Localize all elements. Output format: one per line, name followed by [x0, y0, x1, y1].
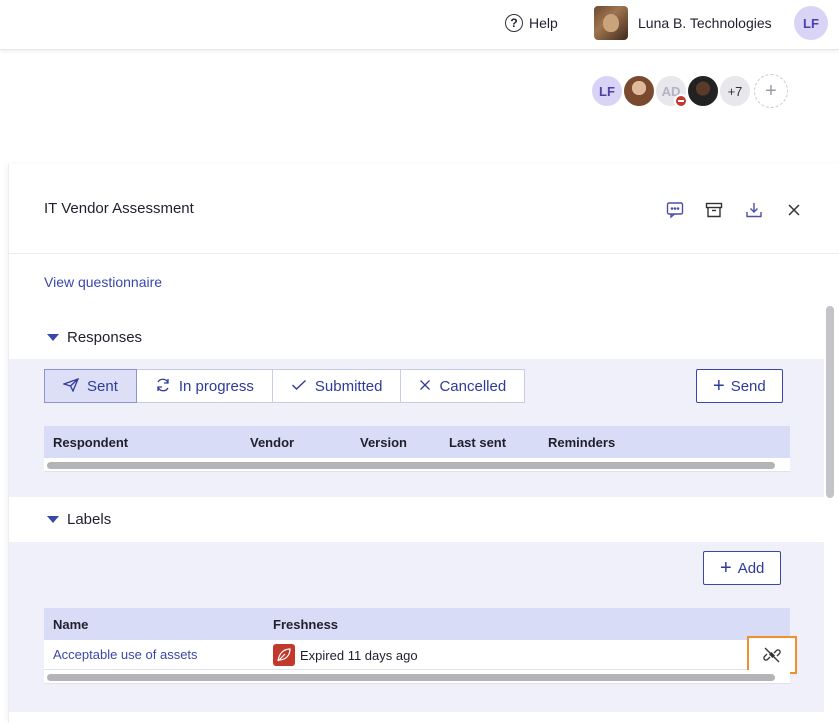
- assessment-panel: IT Vendor Assessment View questionnaire …: [8, 164, 839, 723]
- question-circle-icon: ?: [505, 14, 523, 32]
- org-name: Luna B. Technologies: [638, 15, 772, 31]
- responses-title: Responses: [67, 329, 143, 346]
- scrollbar-thumb[interactable]: [47, 674, 775, 681]
- collaborator-avatar-lf[interactable]: LF: [590, 74, 624, 108]
- panel-header: IT Vendor Assessment: [9, 164, 839, 254]
- filter-in-progress[interactable]: In progress: [136, 369, 273, 403]
- caret-down-icon: [47, 334, 59, 341]
- add-collaborator-button[interactable]: +: [754, 74, 788, 108]
- close-icon[interactable]: [784, 200, 804, 220]
- archive-icon[interactable]: [704, 200, 724, 220]
- paper-plane-icon: [61, 377, 80, 395]
- labels-table-header: Name Freshness: [44, 608, 790, 640]
- add-label-button[interactable]: + Add: [703, 551, 782, 585]
- filter-label: Sent: [87, 377, 118, 395]
- response-status-filter: Sent In progress Submitted Cancelled: [44, 369, 526, 403]
- help-label: Help: [529, 15, 558, 31]
- filter-cancelled[interactable]: Cancelled: [401, 369, 526, 403]
- label-name-link[interactable]: Acceptable use of assets: [53, 647, 198, 662]
- collaborator-avatar-photo[interactable]: [622, 74, 656, 108]
- comment-icon[interactable]: [665, 200, 685, 220]
- column-header[interactable]: Freshness: [273, 617, 338, 632]
- panel-title: IT Vendor Assessment: [44, 200, 194, 217]
- column-header[interactable]: Respondent: [53, 435, 128, 450]
- send-button[interactable]: + Send: [696, 369, 783, 403]
- filter-label: Submitted: [314, 377, 383, 395]
- org-switcher[interactable]: Luna B. Technologies: [594, 6, 772, 40]
- column-header[interactable]: Version: [360, 435, 407, 450]
- expired-leaf-icon: [273, 644, 295, 666]
- responses-table-header: Respondent Vendor Version Last sent Remi…: [44, 426, 790, 458]
- plus-icon: +: [713, 375, 725, 397]
- filter-sent[interactable]: Sent: [44, 369, 137, 403]
- horizontal-scrollbar[interactable]: [44, 458, 790, 472]
- labels-table: Name Freshness Acceptable use of assets …: [44, 608, 797, 684]
- vertical-scrollbar-thumb[interactable]: [826, 306, 834, 498]
- labels-section-toggle[interactable]: Labels: [47, 511, 111, 528]
- top-bar: ? Help Luna B. Technologies LF: [0, 0, 839, 50]
- view-questionnaire-link[interactable]: View questionnaire: [44, 274, 162, 290]
- horizontal-scrollbar[interactable]: [44, 670, 790, 684]
- column-header[interactable]: Name: [53, 617, 88, 632]
- send-label: Send: [730, 377, 766, 395]
- caret-down-icon: [47, 516, 59, 523]
- table-row: Acceptable use of assets Expired 11 days…: [44, 636, 797, 674]
- more-collaborators[interactable]: +7: [718, 74, 752, 108]
- column-header[interactable]: Reminders: [548, 435, 615, 450]
- x-icon: [419, 378, 431, 394]
- column-header[interactable]: Vendor: [250, 435, 294, 450]
- org-avatar: [594, 6, 628, 40]
- freshness-status: Expired 11 days ago: [273, 644, 418, 666]
- scrollbar-thumb[interactable]: [47, 462, 775, 469]
- plus-icon: +: [720, 557, 732, 579]
- check-icon: [291, 378, 307, 394]
- download-icon[interactable]: [744, 200, 764, 220]
- collaborator-avatar-ad[interactable]: AD: [654, 74, 688, 108]
- filter-submitted[interactable]: Submitted: [272, 369, 402, 403]
- column-header[interactable]: Last sent: [449, 435, 506, 450]
- unlink-icon: [763, 647, 781, 663]
- freshness-text: Expired 11 days ago: [300, 647, 418, 663]
- responses-section-toggle[interactable]: Responses: [47, 329, 142, 346]
- add-label: Add: [737, 559, 765, 577]
- filter-label: Cancelled: [439, 377, 507, 395]
- help-link[interactable]: ? Help: [505, 13, 558, 33]
- user-avatar[interactable]: LF: [794, 6, 828, 40]
- labels-title: Labels: [67, 511, 112, 528]
- refresh-icon: [155, 377, 171, 396]
- filter-label: In progress: [178, 377, 254, 395]
- responses-table: Respondent Vendor Version Last sent Remi…: [44, 426, 790, 472]
- unlink-label-button[interactable]: [747, 636, 797, 674]
- collaborator-avatars: LF AD +7 +: [590, 74, 788, 108]
- collaborator-avatar-photo[interactable]: [686, 74, 720, 108]
